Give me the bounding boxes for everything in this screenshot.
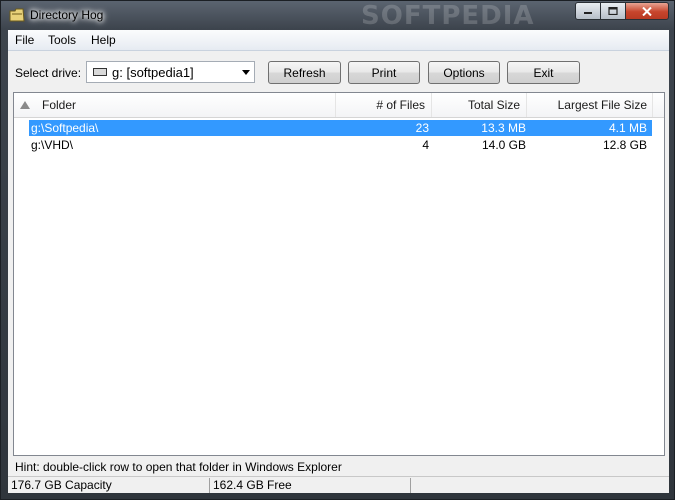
minimize-icon [584,12,592,14]
table-row[interactable]: g:\VHD\ 4 14.0 GB 12.8 GB [29,137,652,153]
column-largest-file[interactable]: Largest File Size [527,93,653,117]
minimize-button[interactable] [575,2,601,20]
column-files-label: # of Files [376,98,425,112]
cell-files: 23 [415,121,429,135]
options-button[interactable]: Options [428,61,500,84]
chevron-down-icon[interactable] [242,70,250,75]
column-folder-label: Folder [42,98,77,112]
cell-folder: g:\Softpedia\ [31,121,99,135]
column-folder[interactable]: Folder [14,93,336,117]
hint-text: Hint: double-click row to open that fold… [15,460,342,474]
cell-largest-file: 12.8 GB [602,138,647,152]
cell-total-size: 14.0 GB [481,138,526,152]
drive-select[interactable]: g: [softpedia1] [86,61,255,83]
caption-buttons [575,2,669,21]
menu-file[interactable]: File [15,33,34,47]
cell-files: 4 [422,138,429,152]
refresh-button[interactable]: Refresh [268,61,341,84]
exit-button[interactable]: Exit [507,61,580,84]
drive-icon [93,68,107,76]
maximize-icon [608,7,618,15]
close-button[interactable] [625,2,669,20]
folder-hog-icon [9,8,25,22]
column-largest-file-label: Largest File Size [557,98,647,112]
column-total-size-label: Total Size [467,98,520,112]
folder-list[interactable]: Folder # of Files Total Size Largest Fil… [13,92,665,456]
drive-value: g: [softpedia1] [112,65,194,80]
maximize-button[interactable] [600,2,626,20]
column-total-size[interactable]: Total Size [432,93,527,117]
column-files[interactable]: # of Files [336,93,432,117]
status-capacity: 176.7 GB Capacity [11,478,112,492]
app-window: Directory Hog SOFTPEDIA File Tools Help … [0,0,675,500]
list-header: Folder # of Files Total Size Largest Fil… [14,93,664,118]
client-area: File Tools Help Select drive: g: [softpe… [8,30,669,493]
close-icon [642,6,652,16]
cell-largest-file: 4.1 MB [608,121,647,135]
table-row[interactable]: g:\Softpedia\ 23 13.3 MB 4.1 MB [29,120,652,136]
menu-bar: File Tools Help [8,30,669,51]
window-title: Directory Hog [30,8,104,22]
status-bar: 176.7 GB Capacity 162.4 GB Free [8,476,669,494]
sort-ascending-icon [20,101,30,109]
print-button[interactable]: Print [348,61,420,84]
status-free: 162.4 GB Free [213,478,292,492]
status-divider [410,478,411,493]
menu-tools[interactable]: Tools [48,33,76,47]
cell-folder: g:\VHD\ [31,138,74,152]
menu-help[interactable]: Help [91,33,116,47]
cell-total-size: 13.3 MB [481,121,526,135]
watermark: SOFTPEDIA [361,1,535,31]
drive-label: Select drive: [15,66,82,80]
title-bar[interactable]: Directory Hog SOFTPEDIA [1,1,674,31]
